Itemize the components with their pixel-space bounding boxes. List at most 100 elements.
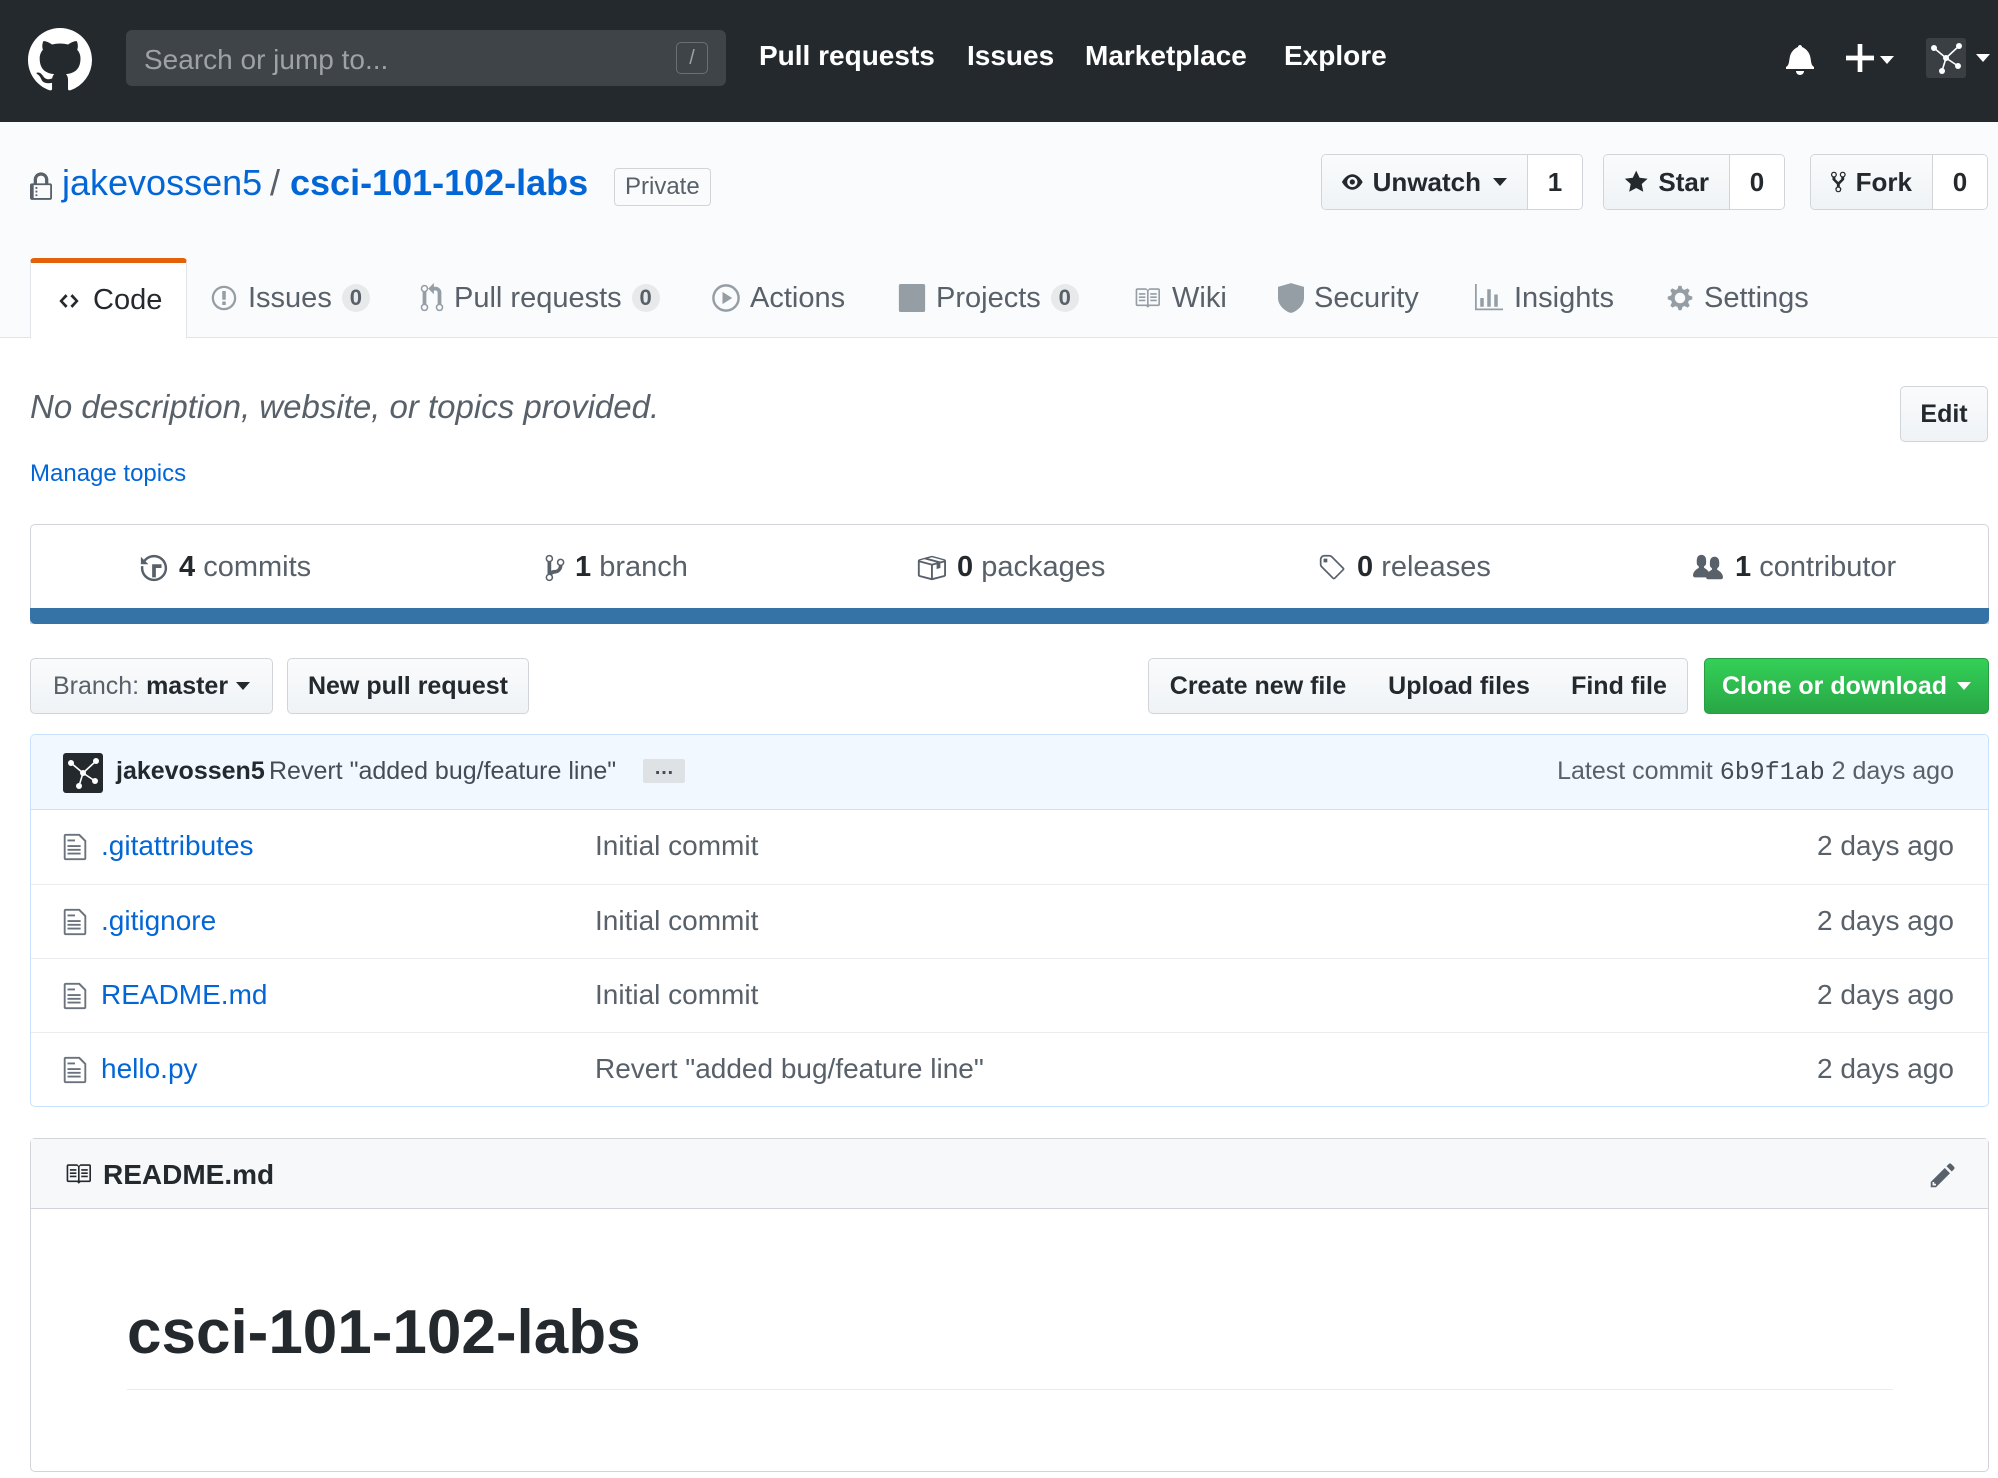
branches-label: branch <box>599 551 688 583</box>
readme-box: README.md csci-101-102-labs <box>30 1138 1989 1472</box>
people-icon <box>1693 554 1723 579</box>
repo-name-link[interactable]: csci-101-102-labs <box>290 162 588 204</box>
watchers-count[interactable]: 1 <box>1528 155 1582 209</box>
readme-heading: csci-101-102-labs <box>127 1298 641 1367</box>
file-age: 2 days ago <box>1817 1053 1954 1084</box>
releases-link[interactable]: 0 releases <box>1317 551 1491 584</box>
file-icon <box>63 908 87 936</box>
avatar[interactable] <box>63 753 103 793</box>
tab-issues[interactable]: Issues 0 <box>210 258 370 338</box>
nav-explore[interactable]: Explore <box>1284 40 1387 72</box>
file-name-link[interactable]: .gitignore <box>101 905 216 937</box>
issue-icon <box>211 285 237 311</box>
latest-commit-bar: jakevossen5 Revert "added bug/feature li… <box>31 735 1988 810</box>
tab-pull-requests-label: Pull requests <box>454 281 622 314</box>
file-age: 2 days ago <box>1817 905 1954 936</box>
fork-icon <box>1831 171 1846 193</box>
file-icon <box>63 833 87 861</box>
search-shortcut-badge: / <box>676 42 708 74</box>
watch-button-group: Unwatch 1 <box>1321 154 1583 210</box>
file-commit-message[interactable]: Initial commit <box>595 905 758 937</box>
create-new-file-button[interactable]: Create new file <box>1148 658 1368 714</box>
star-icon <box>1624 170 1648 192</box>
latest-commit-prefix: Latest commit <box>1557 757 1713 785</box>
fork-button-group: Fork 0 <box>1810 154 1988 210</box>
bell-icon[interactable] <box>1786 42 1814 76</box>
commit-author-link[interactable]: jakevossen5 <box>116 757 265 786</box>
search-input[interactable]: Search or jump to... / <box>126 30 726 86</box>
table-row: .gitattributes Initial commit 2 days ago <box>31 810 1988 884</box>
tab-code[interactable]: Code <box>30 258 188 339</box>
tab-settings[interactable]: Settings <box>1666 258 1809 338</box>
upload-files-button[interactable]: Upload files <box>1367 658 1552 714</box>
packages-link[interactable]: 0 packages <box>915 551 1105 584</box>
star-button[interactable]: Star <box>1604 155 1730 209</box>
fork-button[interactable]: Fork <box>1811 155 1933 209</box>
pencil-icon[interactable] <box>1929 1161 1957 1189</box>
tab-security-label: Security <box>1314 281 1419 314</box>
new-pull-request-button[interactable]: New pull request <box>287 658 529 714</box>
commit-sha-link[interactable]: 6b9f1ab <box>1720 758 1825 787</box>
tab-insights[interactable]: Insights <box>1474 258 1614 338</box>
manage-topics-link[interactable]: Manage topics <box>30 460 186 488</box>
tab-projects[interactable]: Projects 0 <box>898 258 1079 338</box>
branch-name: master <box>146 671 229 700</box>
project-icon <box>898 284 926 312</box>
releases-count: 0 <box>1357 551 1374 583</box>
unwatch-button[interactable]: Unwatch <box>1322 155 1528 209</box>
clone-label: Clone or download <box>1722 671 1947 700</box>
file-commit-message[interactable]: Revert "added bug/feature line" <box>595 1053 984 1085</box>
nav-pull-requests[interactable]: Pull requests <box>759 40 935 72</box>
file-name-link[interactable]: .gitattributes <box>101 830 254 862</box>
tag-icon <box>1319 554 1345 579</box>
file-commit-message[interactable]: Initial commit <box>595 979 758 1011</box>
tab-code-label: Code <box>93 284 163 316</box>
shield-icon <box>1278 283 1304 313</box>
branches-link[interactable]: 1 branch <box>545 551 688 584</box>
package-icon <box>917 555 946 580</box>
lock-icon <box>30 172 52 202</box>
repo-owner-link[interactable]: jakevossen5 <box>62 162 262 204</box>
tab-wiki[interactable]: Wiki <box>1132 258 1227 338</box>
file-commit-message[interactable]: Initial commit <box>595 830 758 862</box>
play-icon <box>712 284 740 312</box>
branch-select-button[interactable]: Branch: master <box>30 658 273 714</box>
packages-count: 0 <box>957 551 974 583</box>
code-icon <box>59 293 79 308</box>
nav-issues[interactable]: Issues <box>967 40 1054 72</box>
files-table: jakevossen5 Revert "added bug/feature li… <box>30 734 1989 1107</box>
tab-settings-label: Settings <box>1704 281 1809 314</box>
search-placeholder: Search or jump to... <box>144 44 389 75</box>
private-badge: Private <box>614 168 711 206</box>
file-icon <box>63 982 87 1010</box>
tab-wiki-label: Wiki <box>1172 281 1227 314</box>
avatar-icon[interactable] <box>1926 38 1990 78</box>
contributors-link[interactable]: 1 contributor <box>1691 551 1896 584</box>
nav-marketplace[interactable]: Marketplace <box>1085 40 1247 72</box>
gear-icon <box>1667 285 1693 311</box>
tab-security[interactable]: Security <box>1278 258 1419 338</box>
edit-description-button[interactable]: Edit <box>1900 386 1988 442</box>
forks-count[interactable]: 0 <box>1933 155 1987 209</box>
star-label: Star <box>1658 166 1709 197</box>
tab-pull-requests[interactable]: Pull requests 0 <box>420 258 660 338</box>
tab-projects-label: Projects <box>936 281 1041 314</box>
file-name-link[interactable]: README.md <box>101 979 267 1011</box>
clone-or-download-button[interactable]: Clone or download <box>1704 658 1989 714</box>
github-logo-icon[interactable] <box>28 28 92 92</box>
tab-actions[interactable]: Actions <box>712 258 845 338</box>
commits-link[interactable]: 4 commits <box>139 551 311 584</box>
stargazers-count[interactable]: 0 <box>1730 155 1784 209</box>
file-name-link[interactable]: hello.py <box>101 1053 198 1085</box>
commit-message-link[interactable]: Revert "added bug/feature line" <box>269 757 616 786</box>
language-bar[interactable] <box>30 608 1989 624</box>
find-file-button[interactable]: Find file <box>1551 658 1688 714</box>
expand-commit-button[interactable]: … <box>643 758 685 783</box>
contributors-count: 1 <box>1735 551 1752 583</box>
latest-commit-age: 2 days ago <box>1831 757 1954 785</box>
plus-icon[interactable] <box>1846 44 1894 72</box>
latest-commit-info: Latest commit 6b9f1ab 2 days ago <box>1557 757 1954 787</box>
chevron-down-icon <box>1957 682 1971 690</box>
repo-description: No description, website, or topics provi… <box>30 388 660 425</box>
book-icon <box>1135 288 1160 308</box>
